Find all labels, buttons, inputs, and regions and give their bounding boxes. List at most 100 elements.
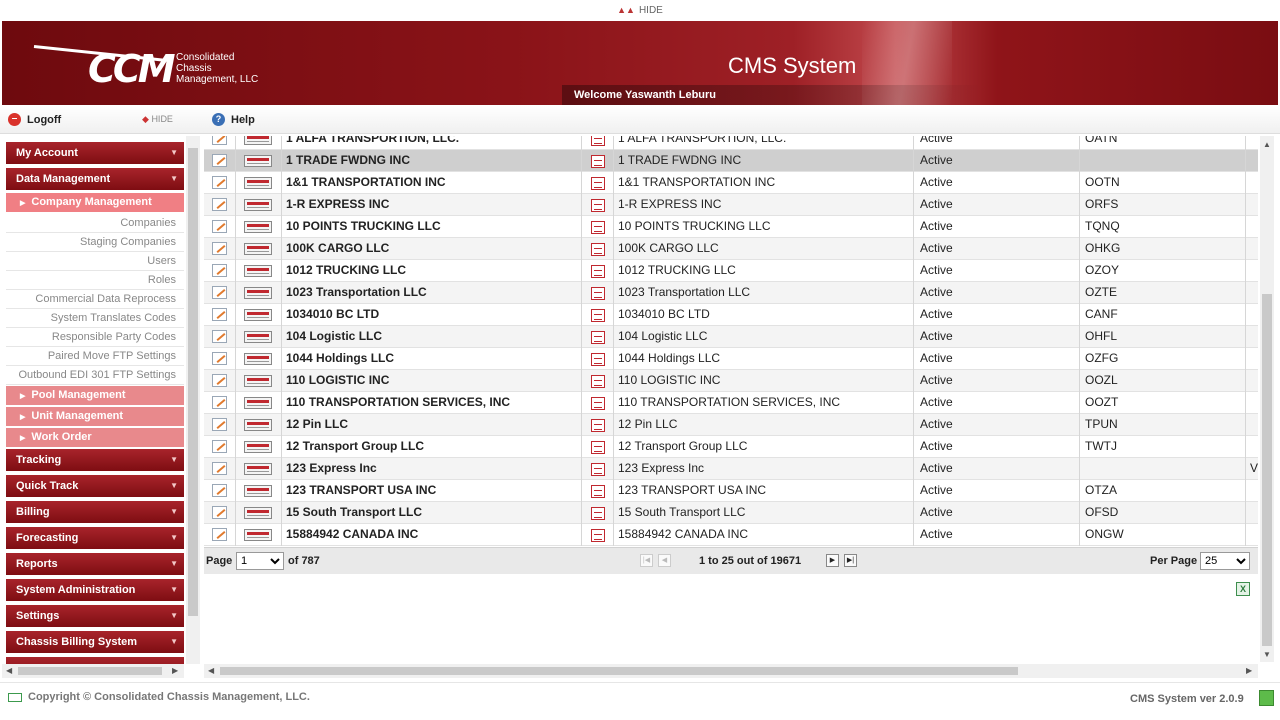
edit-cell[interactable] [204, 392, 236, 414]
card-cell[interactable] [236, 348, 282, 370]
edit-icon[interactable] [212, 220, 227, 233]
grid-vertical-scrollbar[interactable]: ▲ ▼ [1260, 136, 1274, 662]
doc-cell[interactable] [582, 136, 614, 150]
edit-cell[interactable] [204, 172, 236, 194]
edit-icon[interactable] [212, 484, 227, 497]
table-row[interactable]: 1034010 BC LTD 1034010 BC LTD Active CANF [204, 304, 1258, 326]
doc-cell[interactable] [582, 524, 614, 546]
edit-cell[interactable] [204, 414, 236, 436]
edit-icon[interactable] [212, 528, 227, 541]
subitem-users[interactable]: Users [6, 252, 184, 271]
card-cell[interactable] [236, 480, 282, 502]
card-cell[interactable] [236, 136, 282, 150]
card-cell[interactable] [236, 524, 282, 546]
document-icon[interactable] [591, 331, 605, 344]
card-cell[interactable] [236, 150, 282, 172]
document-icon[interactable] [591, 155, 605, 168]
menu-billing[interactable]: Billing ▼ [6, 501, 184, 525]
edit-cell[interactable] [204, 150, 236, 172]
sidebar-horizontal-scrollbar[interactable]: ◀ ▶ [2, 664, 184, 678]
doc-cell[interactable] [582, 172, 614, 194]
doc-cell[interactable] [582, 326, 614, 348]
grid-horizontal-scrollbar[interactable]: ◀ ▶ [204, 664, 1258, 678]
edit-cell[interactable] [204, 524, 236, 546]
help-button[interactable]: ? Help [212, 113, 255, 126]
doc-cell[interactable] [582, 436, 614, 458]
subitem-roles[interactable]: Roles [6, 271, 184, 290]
edit-cell[interactable] [204, 304, 236, 326]
card-icon[interactable] [244, 419, 272, 431]
doc-cell[interactable] [582, 150, 614, 172]
table-row[interactable]: 110 TRANSPORTATION SERVICES, INC 110 TRAN… [204, 392, 1258, 414]
table-row[interactable]: 15884942 CANADA INC 15884942 CANADA INC Ac… [204, 524, 1258, 546]
edit-icon[interactable] [212, 136, 227, 145]
edit-icon[interactable] [212, 198, 227, 211]
card-icon[interactable] [244, 485, 272, 497]
table-row[interactable]: 104 Logistic LLC 104 Logistic LLC Active OH… [204, 326, 1258, 348]
table-row[interactable]: 1044 Holdings LLC 1044 Holdings LLC Active… [204, 348, 1258, 370]
card-cell[interactable] [236, 238, 282, 260]
card-icon[interactable] [244, 331, 272, 343]
card-cell[interactable] [236, 436, 282, 458]
card-cell[interactable] [236, 458, 282, 480]
edit-cell[interactable] [204, 348, 236, 370]
document-icon[interactable] [591, 353, 605, 366]
card-icon[interactable] [244, 287, 272, 299]
page-select[interactable]: 1 [236, 552, 284, 570]
edit-icon[interactable] [212, 242, 227, 255]
scroll-left-icon[interactable]: ◀ [208, 666, 214, 675]
submenu-pool-management[interactable]: ▶ Pool Management [6, 386, 184, 406]
document-icon[interactable] [591, 485, 605, 498]
doc-cell[interactable] [582, 502, 614, 524]
submenu-work-order[interactable]: ▶ Work Order [6, 428, 184, 448]
document-icon[interactable] [591, 507, 605, 520]
table-row[interactable]: 12 Transport Group LLC 12 Transport Group… [204, 436, 1258, 458]
scroll-up-icon[interactable]: ▲ [1263, 140, 1271, 149]
card-cell[interactable] [236, 370, 282, 392]
edit-cell[interactable] [204, 216, 236, 238]
doc-cell[interactable] [582, 260, 614, 282]
doc-cell[interactable] [582, 458, 614, 480]
edit-cell[interactable] [204, 260, 236, 282]
menu-settings[interactable]: Settings ▼ [6, 605, 184, 629]
edit-cell[interactable] [204, 480, 236, 502]
table-row[interactable]: 10 POINTS TRUCKING LLC 10 POINTS TRUCKING… [204, 216, 1258, 238]
doc-cell[interactable] [582, 348, 614, 370]
top-hide-toggle[interactable]: ▲▲ HIDE [0, 0, 1280, 20]
menu-partial[interactable] [6, 657, 184, 664]
edit-icon[interactable] [212, 462, 227, 475]
table-row[interactable]: 1&1 TRANSPORTATION INC 1&1 TRANSPORTATION… [204, 172, 1258, 194]
prev-page-icon[interactable]: ◀ [658, 554, 671, 567]
document-icon[interactable] [591, 265, 605, 278]
scroll-thumb[interactable] [18, 667, 162, 675]
card-cell[interactable] [236, 304, 282, 326]
table-row[interactable]: 1-R EXPRESS INC 1-R EXPRESS INC Active ORFS [204, 194, 1258, 216]
export-excel-icon[interactable]: X [1236, 582, 1250, 596]
card-cell[interactable] [236, 326, 282, 348]
document-icon[interactable] [591, 136, 605, 146]
card-icon[interactable] [244, 155, 272, 167]
table-row[interactable]: 12 Pin LLC 12 Pin LLC Active TPUN [204, 414, 1258, 436]
scroll-right-icon[interactable]: ▶ [172, 666, 178, 675]
document-icon[interactable] [591, 529, 605, 542]
edit-icon[interactable] [212, 396, 227, 409]
subitem-responsible-party-codes[interactable]: Responsible Party Codes [6, 328, 184, 347]
card-cell[interactable] [236, 216, 282, 238]
card-icon[interactable] [244, 199, 272, 211]
card-cell[interactable] [236, 392, 282, 414]
edit-cell[interactable] [204, 136, 236, 150]
card-icon[interactable] [244, 265, 272, 277]
scroll-down-icon[interactable]: ▼ [1263, 650, 1271, 659]
menu-reports[interactable]: Reports ▼ [6, 553, 184, 577]
table-row[interactable]: 15 South Transport LLC 15 South Transport… [204, 502, 1258, 524]
card-icon[interactable] [244, 221, 272, 233]
submenu-unit-management[interactable]: ▶ Unit Management [6, 407, 184, 427]
logoff-button[interactable]: – Logoff [8, 113, 61, 126]
edit-cell[interactable] [204, 238, 236, 260]
edit-cell[interactable] [204, 326, 236, 348]
doc-cell[interactable] [582, 282, 614, 304]
subitem-system-translates-codes[interactable]: System Translates Codes [6, 309, 184, 328]
scroll-left-icon[interactable]: ◀ [6, 666, 12, 675]
card-icon[interactable] [244, 529, 272, 541]
card-icon[interactable] [244, 463, 272, 475]
